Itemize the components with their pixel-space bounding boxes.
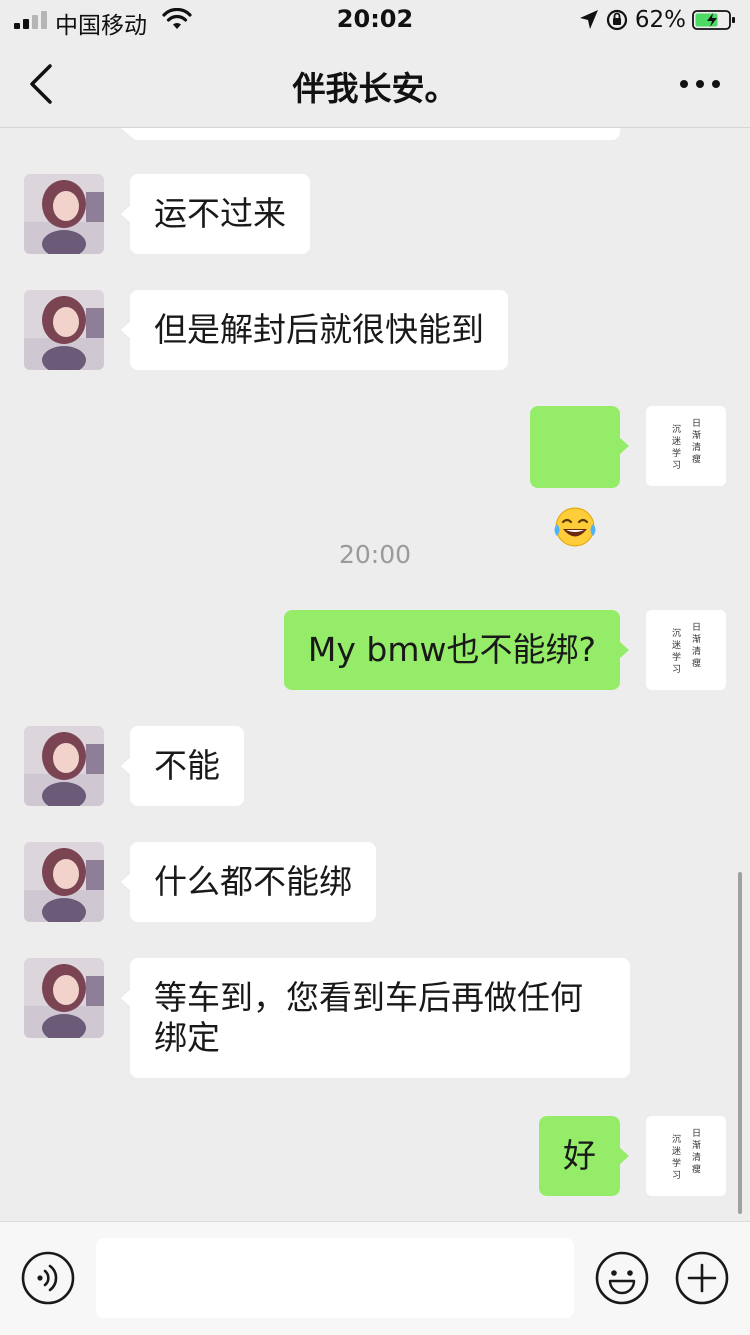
message-bubble-outgoing[interactable]: 好 — [539, 1116, 629, 1196]
svg-text:迷: 迷 — [672, 435, 681, 447]
svg-text:沉: 沉 — [672, 424, 681, 435]
rotation-lock-icon — [606, 9, 627, 31]
nav-bar: 伴我长安。 — [0, 40, 750, 128]
svg-text:迷: 迷 — [672, 639, 681, 651]
svg-text:沉: 沉 — [672, 628, 681, 639]
voice-icon[interactable] — [20, 1250, 76, 1306]
svg-text:习: 习 — [672, 664, 681, 675]
more-dots-icon[interactable] — [678, 70, 722, 98]
svg-text:学: 学 — [672, 447, 681, 459]
svg-text:瘦: 瘦 — [692, 657, 701, 669]
contact-avatar[interactable] — [24, 174, 104, 254]
status-bar: 中国移动 20:02 62% — [0, 0, 750, 40]
contact-avatar[interactable] — [24, 842, 104, 922]
svg-text:渐: 渐 — [692, 633, 701, 645]
battery-percent: 62% — [634, 7, 686, 33]
emoji-icon[interactable] — [594, 1250, 650, 1306]
svg-text:习: 习 — [672, 1170, 681, 1181]
location-arrow-icon — [579, 10, 598, 29]
chat-title: 伴我长安。 — [292, 69, 458, 108]
contact-avatar[interactable] — [24, 726, 104, 806]
battery-charging-icon — [692, 10, 735, 30]
svg-text:清: 清 — [692, 441, 701, 453]
message-bubble-outgoing-emoji[interactable] — [530, 406, 629, 547]
message-bubble-outgoing[interactable]: My bmw也不能绑? — [283, 610, 630, 690]
contact-avatar[interactable] — [24, 290, 104, 370]
contact-avatar[interactable] — [24, 958, 104, 1038]
message-bubble-incoming[interactable]: 什么都不能绑 — [121, 842, 376, 922]
svg-text:瘦: 瘦 — [692, 1163, 701, 1175]
svg-text:瘦: 瘦 — [692, 453, 701, 465]
status-right-group: 62% — [579, 6, 736, 34]
svg-text:习: 习 — [672, 460, 681, 471]
message-timestamp: 20:00 — [338, 540, 412, 569]
svg-text:学: 学 — [672, 1157, 681, 1169]
my-avatar[interactable]: 日 渐 清 瘦 沉 迷 学 习 — [646, 610, 726, 690]
svg-text:沉: 沉 — [672, 1134, 681, 1145]
svg-text:渐: 渐 — [692, 1139, 701, 1151]
svg-text:迷: 迷 — [672, 1145, 681, 1157]
message-bubble-incoming[interactable]: 不能 — [121, 726, 244, 806]
scroll-indicator[interactable] — [738, 872, 742, 1214]
my-avatar[interactable]: 日 渐 清 瘦 沉 迷 学 习 — [646, 1116, 726, 1196]
input-bar — [0, 1221, 750, 1335]
svg-text:清: 清 — [692, 1151, 701, 1163]
svg-text:清: 清 — [692, 645, 701, 657]
plus-icon[interactable] — [674, 1250, 730, 1306]
my-avatar[interactable]: 日 渐 清 瘦 沉 迷 学 习 — [646, 406, 726, 486]
svg-text:日: 日 — [692, 1128, 701, 1139]
message-bubble-partial — [121, 128, 620, 140]
message-input[interactable] — [96, 1238, 574, 1318]
svg-text:日: 日 — [692, 418, 701, 429]
message-bubble-incoming[interactable]: 但是解封后就很快能到 — [121, 290, 508, 370]
message-bubble-incoming[interactable]: 运不过来 — [121, 174, 310, 254]
svg-text:日: 日 — [692, 622, 701, 633]
svg-text:学: 学 — [672, 651, 681, 663]
message-bubble-incoming[interactable]: 等车到，您看到车后再做任何 绑定 — [121, 958, 630, 1078]
svg-text:渐: 渐 — [692, 429, 701, 441]
chat-area[interactable]: 运不过来 但是解封后就很快能到 日 渐 清 瘦 沉 迷 学 习 20:00 日 … — [0, 128, 750, 1221]
